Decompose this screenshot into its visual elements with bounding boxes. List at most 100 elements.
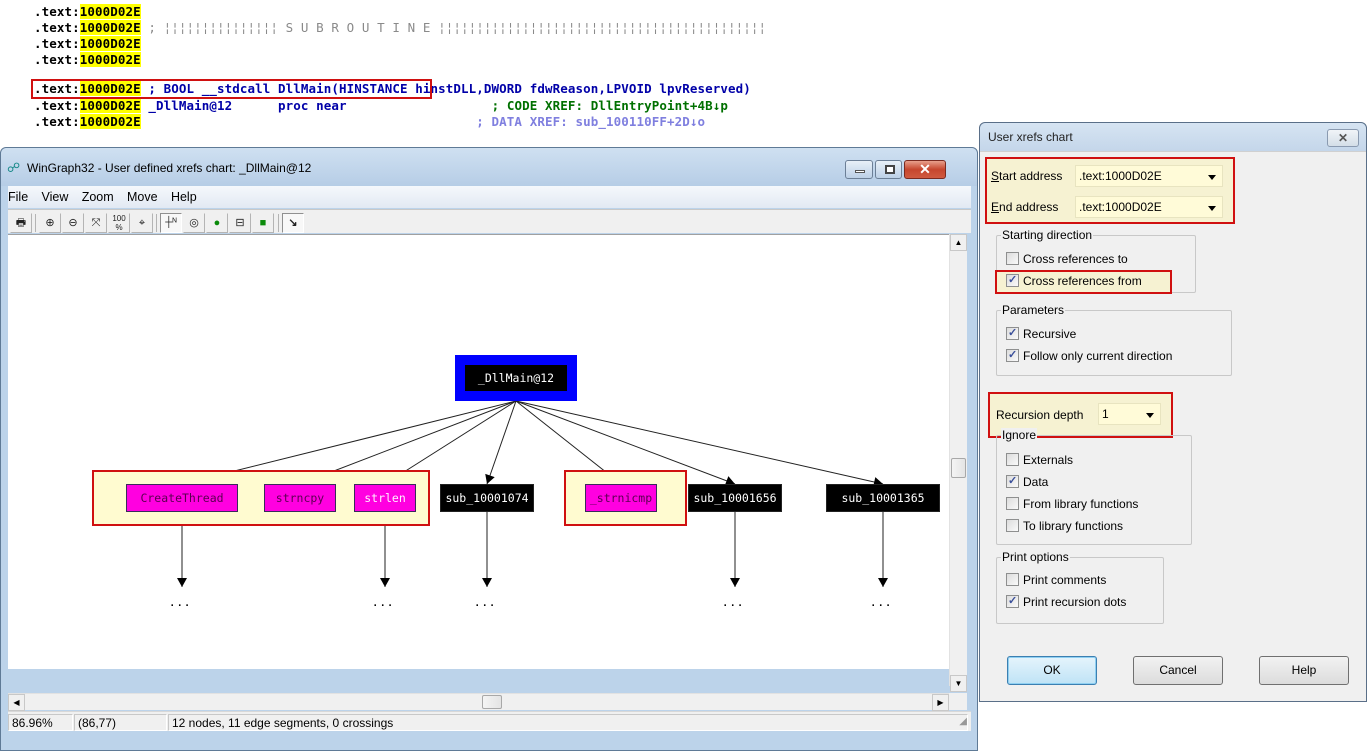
cancel-button[interactable]: Cancel xyxy=(1133,656,1223,685)
scroll-down-button[interactable]: ▼ xyxy=(950,675,967,692)
menu-help[interactable]: Help xyxy=(169,186,205,208)
graph-node[interactable]: sub_10001365 xyxy=(826,484,940,512)
ok-button[interactable]: OK xyxy=(1007,656,1097,685)
center-button[interactable]: ⌖ xyxy=(131,213,153,233)
print-button[interactable]: 🖶 xyxy=(10,213,32,233)
graph-canvas[interactable]: _DllMain@12 CreateThread... strncpy strlen.… xyxy=(8,234,949,669)
fisheye-fixed-button[interactable]: ● xyxy=(206,213,228,233)
checkbox-icon xyxy=(1006,252,1019,265)
checkbox-icon xyxy=(1006,519,1019,532)
recursion-depth-label: Recursion depth xyxy=(996,408,1084,422)
disassembly-line[interactable]: .text:1000D02E xyxy=(34,52,141,68)
xref-comment[interactable]: ; DATA XREF: sub_100110FF+2D↓o xyxy=(141,114,705,129)
checkbox-follow-only-current-direction[interactable]: Follow only current direction xyxy=(1006,348,1172,365)
resize-grip-icon[interactable]: ◢ xyxy=(959,716,967,727)
arrow-down-icon: ▼ xyxy=(954,679,963,688)
chevron-down-icon xyxy=(1146,413,1154,418)
checkbox-label: Print recursion dots xyxy=(1023,595,1127,609)
checkbox-cross-references-to[interactable]: Cross references to xyxy=(1006,252,1128,268)
menu-view[interactable]: View xyxy=(40,186,77,208)
menu-move[interactable]: Move xyxy=(125,186,166,208)
close-button[interactable]: ✕ xyxy=(904,160,946,179)
xref-comment[interactable]: ; CODE XREF: DllEntryPoint+4B↓p xyxy=(347,98,728,113)
print-options-group: Print options xyxy=(996,550,1164,624)
maximize-button[interactable] xyxy=(875,160,902,179)
ignore-title: Ignore xyxy=(1001,428,1038,442)
disassembly-line[interactable]: .text:1000D02E xyxy=(34,4,141,20)
end-address-label: End address xyxy=(991,200,1058,214)
checkbox-data[interactable]: Data xyxy=(1006,474,1048,491)
polar-fisheye-fixed-icon: ■ xyxy=(259,217,267,229)
segment-name: .text: xyxy=(34,36,80,51)
checkbox-externals[interactable]: Externals xyxy=(1006,453,1073,469)
vertical-scrollbar[interactable]: ▲ ▼ xyxy=(949,234,967,692)
zoom-out-button[interactable]: ⊖ xyxy=(62,213,84,233)
edge-arrowhead xyxy=(730,578,740,587)
minimize-button[interactable] xyxy=(845,160,873,179)
disassembly-line[interactable]: .text:1000D02E _DllMain@12 proc near ; C… xyxy=(34,98,728,114)
horizontal-scroll-thumb[interactable] xyxy=(482,695,502,709)
north-button[interactable]: ┼ᴺ xyxy=(160,213,182,233)
scroll-up-button[interactable]: ▲ xyxy=(950,234,967,251)
end-address-label-text: nd address xyxy=(999,200,1059,214)
dialog-close-button[interactable]: ✕ xyxy=(1327,129,1359,147)
wingraph-title: WinGraph32 - User defined xrefs chart: _… xyxy=(27,161,312,175)
checkbox-icon xyxy=(1006,594,1019,608)
status-coords: (86,77) xyxy=(74,714,167,731)
checkbox-print-recursion-dots[interactable]: Print recursion dots xyxy=(1006,594,1127,611)
disassembly-line[interactable]: .text:1000D02E xyxy=(34,36,141,52)
recursion-depth-value: 1 xyxy=(1102,407,1109,421)
address: 1000D02E xyxy=(79,98,141,113)
edge-arrowhead xyxy=(380,578,390,587)
graph-node[interactable]: strncpy xyxy=(264,484,336,512)
graph-node[interactable]: sub_10001656 xyxy=(688,484,782,512)
end-address-combo[interactable]: .text:1000D02E xyxy=(1075,196,1223,218)
user-xrefs-chart-dialog: User xrefs chart ✕ Start address .text:1… xyxy=(979,122,1367,702)
graph-node[interactable]: strlen xyxy=(354,484,416,512)
checkbox-cross-references-from[interactable]: Cross references from xyxy=(1006,273,1142,290)
graph-node[interactable]: _strnicmp xyxy=(585,484,657,512)
start-address-combo[interactable]: .text:1000D02E xyxy=(1075,165,1223,187)
checkbox-icon xyxy=(1006,273,1019,287)
fisheye-button[interactable]: ◎ xyxy=(183,213,205,233)
fit-window-button[interactable]: ⤧ xyxy=(85,213,107,233)
checkbox-label: Recursive xyxy=(1023,327,1077,341)
toolbar-separator xyxy=(156,214,157,232)
checkbox-to-library-functions[interactable]: To library functions xyxy=(1006,519,1123,535)
wingraph-window: ᠎☍ WinGraph32 - User defined xrefs chart… xyxy=(0,147,978,751)
address: 1000D02E xyxy=(79,36,141,51)
wingraph-titlebar[interactable]: ᠎☍ WinGraph32 - User defined xrefs chart… xyxy=(1,148,977,186)
checkbox-from-library-functions[interactable]: From library functions xyxy=(1006,497,1138,513)
fisheye-fixed-icon: ● xyxy=(213,217,221,229)
recursion-depth-combo[interactable]: 1 xyxy=(1098,403,1161,425)
arrow-up-icon: ▲ xyxy=(954,238,963,247)
checkbox-recursive[interactable]: Recursive xyxy=(1006,326,1077,343)
menu-file[interactable]: File xyxy=(8,186,36,208)
graph-node[interactable]: sub_10001074 xyxy=(440,484,534,512)
help-button[interactable]: Help xyxy=(1259,656,1349,685)
zoom-100-button[interactable]: 100% xyxy=(108,213,130,233)
graph-node-root[interactable]: _DllMain@12 xyxy=(455,355,577,401)
polar-fisheye-fixed-button[interactable]: ■ xyxy=(252,213,274,233)
zoom-in-button[interactable]: ⊕ xyxy=(39,213,61,233)
disassembly-line[interactable]: .text:1000D02E ; DATA XREF: sub_100110FF… xyxy=(34,114,705,130)
follow-edge-button[interactable]: ↘ xyxy=(282,213,304,233)
scroll-right-button[interactable]: ▶ xyxy=(932,694,949,711)
vertical-scroll-thumb[interactable] xyxy=(951,458,966,478)
checkbox-icon xyxy=(1006,474,1019,488)
checkbox-print-comments[interactable]: Print comments xyxy=(1006,573,1106,589)
address: 1000D02E xyxy=(79,4,141,19)
polar-fisheye-button[interactable]: ⊟ xyxy=(229,213,251,233)
disassembly-line[interactable]: .text:1000D02E ; ¦¦¦¦¦¦¦¦¦¦¦¦¦¦¦ S U B R… xyxy=(34,20,766,36)
fisheye-icon: ◎ xyxy=(189,217,199,229)
start-address-label-text: tart address xyxy=(999,169,1063,183)
status-bar: 86.96% (86,77) 12 nodes, 11 edge segment… xyxy=(8,711,971,731)
graph-node[interactable]: CreateThread xyxy=(126,484,238,512)
horizontal-scrollbar[interactable]: ◀ ▶ xyxy=(8,693,949,711)
scroll-left-button[interactable]: ◀ xyxy=(8,694,25,711)
dialog-titlebar[interactable]: User xrefs chart ✕ xyxy=(980,123,1366,151)
end-address-accel: E xyxy=(991,200,1000,214)
edge-arrowhead xyxy=(177,578,187,587)
zoom-100-icon: 100 xyxy=(112,214,126,223)
menu-zoom[interactable]: Zoom xyxy=(80,186,122,208)
